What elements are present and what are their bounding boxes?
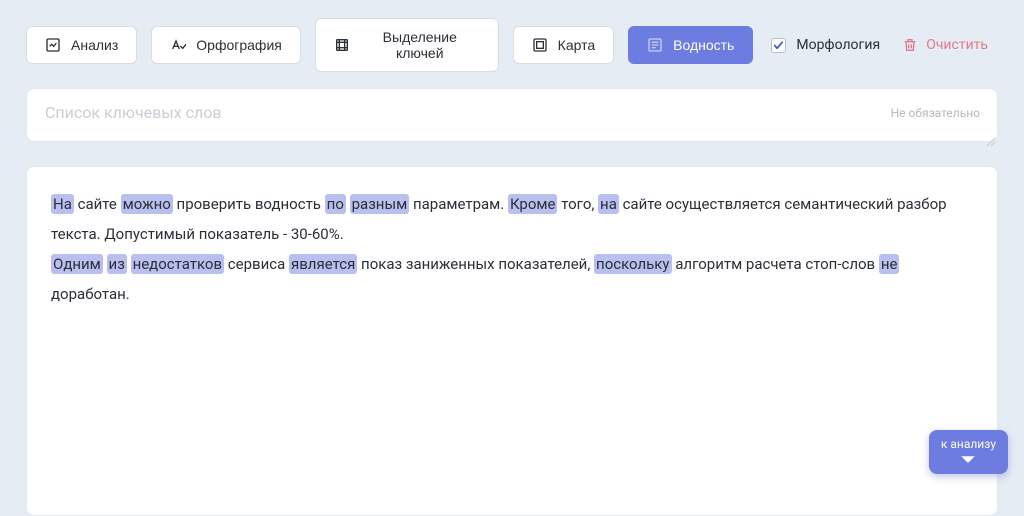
morphology-toggle[interactable]: Морфология bbox=[767, 27, 884, 63]
highlighted-word: на bbox=[598, 194, 619, 214]
keywords-button[interactable]: Выделение ключей bbox=[315, 18, 499, 72]
highlighted-word: Кроме bbox=[508, 194, 558, 214]
toolbar: Анализ Орфография Выделение ключей Карта… bbox=[0, 0, 1024, 72]
wateriness-icon bbox=[647, 37, 663, 53]
highlighted-word: поскольку bbox=[594, 254, 671, 274]
highlighted-word: является bbox=[289, 254, 357, 274]
spelling-label: Орфография bbox=[196, 37, 282, 53]
text-content-panel: На сайте можно проверить водность по раз… bbox=[26, 166, 998, 516]
highlighted-word: по bbox=[325, 194, 346, 214]
spelling-icon bbox=[170, 37, 186, 53]
checkbox-checked-icon bbox=[771, 38, 786, 53]
keywords-icon bbox=[334, 37, 350, 53]
analysis-button[interactable]: Анализ bbox=[26, 26, 137, 64]
highlighted-word: разным bbox=[350, 194, 410, 214]
clear-label: Очистить bbox=[926, 37, 988, 53]
wateriness-label: Водность bbox=[673, 37, 734, 53]
analysis-label: Анализ bbox=[71, 37, 118, 53]
trash-icon bbox=[902, 37, 918, 53]
highlighted-word: На bbox=[51, 194, 74, 214]
chevron-down-icon bbox=[941, 454, 996, 469]
map-label: Карта bbox=[558, 37, 595, 53]
highlighted-word: недостатков bbox=[131, 254, 225, 274]
highlighted-word: можно bbox=[121, 194, 173, 214]
clear-button[interactable]: Очистить bbox=[898, 27, 992, 63]
highlighted-word: не bbox=[879, 254, 900, 274]
highlighted-word: Одним bbox=[51, 254, 103, 274]
keywords-input[interactable] bbox=[26, 88, 998, 142]
wateriness-button[interactable]: Водность bbox=[628, 26, 753, 64]
analysis-icon bbox=[45, 37, 61, 53]
map-icon bbox=[532, 37, 548, 53]
to-analysis-button[interactable]: к анализу bbox=[929, 430, 1008, 474]
keywords-input-wrap: Не обязательно bbox=[26, 88, 998, 146]
morphology-label: Морфология bbox=[796, 37, 880, 53]
keywords-label: Выделение ключей bbox=[360, 29, 480, 61]
highlighted-word: из bbox=[107, 254, 127, 274]
map-button[interactable]: Карта bbox=[513, 26, 614, 64]
spelling-button[interactable]: Орфография bbox=[151, 26, 301, 64]
fab-label: к анализу bbox=[941, 437, 996, 451]
